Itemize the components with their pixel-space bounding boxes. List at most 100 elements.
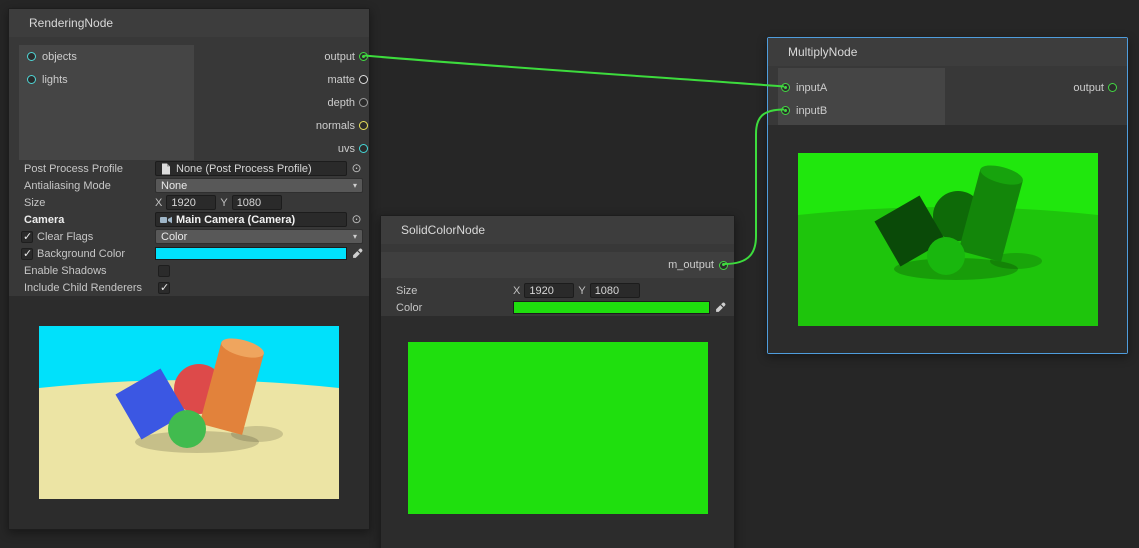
clear-flags-label: Clear Flags <box>37 231 93 243</box>
port-uvs-label: uvs <box>338 143 355 155</box>
size-label: Size <box>381 285 513 297</box>
input-row-inputA: inputA <box>778 76 945 99</box>
solid-color-node-header[interactable]: SolidColorNode <box>381 216 734 244</box>
port-inputA-label: inputA <box>796 82 827 94</box>
size-y-input[interactable] <box>232 195 282 210</box>
background-color-label: Background Color <box>37 248 125 260</box>
multiply-ports-band: inputA inputB output <box>768 68 1127 125</box>
clear-flags-checkbox[interactable] <box>21 231 33 243</box>
size-x-label: X <box>155 197 162 209</box>
input-row-inputB: inputB <box>778 99 945 122</box>
solid-color-node-title: SolidColorNode <box>401 223 485 237</box>
input-row-lights: lights <box>19 68 194 91</box>
eyedropper-icon[interactable] <box>351 248 363 260</box>
port-depth[interactable] <box>359 98 368 107</box>
solid-color-preview-section <box>381 316 734 548</box>
port-matte[interactable] <box>359 75 368 84</box>
solid-color-properties: Size X Y Color <box>381 282 734 316</box>
prop-camera: Camera Main Camera (Camera) ⊙ <box>9 211 369 228</box>
background-color-checkbox[interactable] <box>21 248 33 260</box>
background-color-swatch[interactable] <box>155 247 347 260</box>
prop-include-child-renderers: Include Child Renderers <box>9 279 369 296</box>
size-x-input[interactable] <box>524 283 574 298</box>
size-label: Size <box>9 197 155 209</box>
port-objects-label: objects <box>42 51 77 63</box>
prop-antialiasing-mode: Antialiasing Mode None ▾ <box>9 177 369 194</box>
output-row-depth: depth <box>194 91 369 114</box>
port-inputA[interactable] <box>781 83 790 92</box>
size-x-label: X <box>513 285 520 297</box>
rendering-node-header[interactable]: RenderingNode <box>9 9 369 37</box>
eyedropper-icon[interactable] <box>714 302 726 314</box>
output-row-matte: matte <box>194 68 369 91</box>
port-objects[interactable] <box>27 52 36 61</box>
port-m-output[interactable] <box>719 261 728 270</box>
enable-shadows-label: Enable Shadows <box>9 265 155 277</box>
antialiasing-mode-dropdown[interactable]: None ▾ <box>155 178 363 193</box>
rendering-preview-section <box>9 296 369 529</box>
multiply-node-title: MultiplyNode <box>788 45 857 59</box>
multiply-outputs-col: output <box>948 76 1127 99</box>
camera-field[interactable]: Main Camera (Camera) <box>155 212 347 227</box>
prop-enable-shadows: Enable Shadows <box>9 262 369 279</box>
enable-shadows-checkbox[interactable] <box>158 265 170 277</box>
prop-background-color: Background Color <box>9 245 369 262</box>
port-matte-label: matte <box>327 74 355 86</box>
include-child-renderers-label: Include Child Renderers <box>9 282 155 294</box>
camera-label: Camera <box>9 214 155 226</box>
color-swatch[interactable] <box>513 301 710 314</box>
rendering-node[interactable]: RenderingNode objects lights output <box>8 8 370 530</box>
camera-icon <box>160 214 172 226</box>
prop-color: Color <box>381 299 734 316</box>
size-y-label: Y <box>578 285 585 297</box>
rendering-properties: Post Process Profile None (Post Process … <box>9 160 369 296</box>
solid-color-output-band: m_output <box>381 252 734 278</box>
wire-rendering-output-to-multiply-inputA[interactable] <box>365 56 785 87</box>
preview-ball-front <box>927 237 965 275</box>
prop-size: Size X Y <box>9 194 369 211</box>
port-depth-label: depth <box>327 97 355 109</box>
object-picker-icon[interactable]: ⊙ <box>350 213 363 226</box>
port-inputB[interactable] <box>781 106 790 115</box>
include-child-renderers-checkbox[interactable] <box>158 282 170 294</box>
port-uvs[interactable] <box>359 144 368 153</box>
multiply-preview-image <box>798 153 1098 326</box>
size-y-input[interactable] <box>590 283 640 298</box>
multiply-node-header[interactable]: MultiplyNode <box>768 38 1127 66</box>
port-normals[interactable] <box>359 121 368 130</box>
output-row-output: output <box>194 45 369 68</box>
post-process-profile-value: None (Post Process Profile) <box>176 163 312 175</box>
size-x-input[interactable] <box>166 195 216 210</box>
port-m-output-label: m_output <box>668 259 714 271</box>
antialiasing-mode-value: None <box>161 180 187 192</box>
port-output[interactable] <box>1108 83 1117 92</box>
clear-flags-dropdown[interactable]: Color ▾ <box>155 229 363 244</box>
preview-ball-front <box>168 410 206 448</box>
dropdown-arrow-icon: ▾ <box>353 181 357 190</box>
object-picker-icon[interactable]: ⊙ <box>350 162 363 175</box>
multiply-node[interactable]: MultiplyNode inputA inputB output <box>767 37 1128 354</box>
port-output[interactable] <box>359 52 368 61</box>
size-y-label: Y <box>220 197 227 209</box>
prop-size: Size X Y <box>381 282 734 299</box>
output-row-output: output <box>948 76 1127 99</box>
clear-flags-value: Color <box>161 231 187 243</box>
port-lights-label: lights <box>42 74 68 86</box>
color-label: Color <box>381 302 513 314</box>
port-normals-label: normals <box>316 120 355 132</box>
rendering-preview-image <box>39 326 339 499</box>
prop-post-process-profile: Post Process Profile None (Post Process … <box>9 160 369 177</box>
document-icon <box>160 163 172 175</box>
post-process-profile-field[interactable]: None (Post Process Profile) <box>155 161 347 176</box>
port-lights[interactable] <box>27 75 36 84</box>
rendering-outputs-col: output matte depth normals uvs <box>194 45 369 160</box>
port-output-label: output <box>324 51 355 63</box>
camera-value: Main Camera (Camera) <box>176 214 295 226</box>
node-graph-canvas[interactable]: RenderingNode objects lights output <box>0 0 1139 548</box>
port-output-label: output <box>1073 82 1104 94</box>
multiply-preview-section <box>768 125 1127 353</box>
prop-clear-flags: Clear Flags Color ▾ <box>9 228 369 245</box>
solid-color-node[interactable]: SolidColorNode m_output Size X Y Color <box>380 215 735 548</box>
input-row-objects: objects <box>19 45 194 68</box>
port-inputB-label: inputB <box>796 105 827 117</box>
